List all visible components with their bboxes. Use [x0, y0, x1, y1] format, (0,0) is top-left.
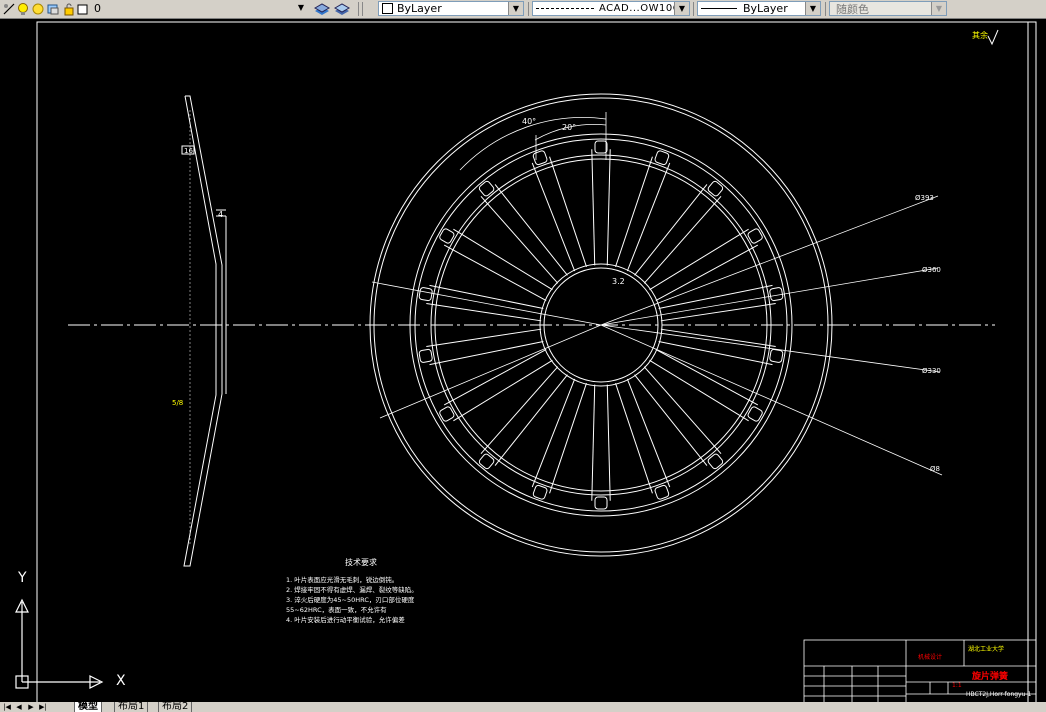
next-tab-icon[interactable]: ▶ [26, 702, 36, 712]
dim-outer-diameter: Ø393 [915, 194, 934, 202]
plotstyle-dropdown-value: 随颜色 [836, 2, 869, 16]
lineweight-dropdown-value: ByLayer [743, 2, 788, 15]
note-line: 2. 焊接牢固不得有虚焊、漏焊、裂纹等缺陷。 [286, 586, 418, 594]
lineweight-dropdown[interactable]: ByLayer ▼ [697, 1, 821, 16]
spoke-hole [418, 348, 433, 363]
spoke-hole [594, 140, 608, 154]
chevron-down-icon: ▼ [931, 2, 946, 15]
ucs-x-label: X [116, 673, 126, 689]
title-scale: 1:1 [952, 682, 962, 689]
spoke-line [626, 162, 671, 272]
note-line: 4. 叶片安装后进行动平衡试验，允许偏差 [286, 616, 405, 624]
layer-color-icon [76, 1, 90, 15]
spoke-line [549, 383, 587, 494]
dim-angle-40: 40° [522, 117, 537, 126]
tab-model[interactable]: 模型 [74, 702, 102, 712]
note-line: 1. 叶片表面应光滑无毛刺，锐边倒钝。 [286, 576, 399, 584]
spoke-line [591, 384, 596, 501]
make-current-layer-icon[interactable] [313, 1, 331, 15]
bulb-on-icon[interactable] [16, 1, 30, 15]
spoke-hole [654, 150, 670, 166]
layer-manager-icon[interactable] [2, 1, 16, 15]
drawing-canvas[interactable]: 40° 20° Ø393 Ø360 Ø330 Ø8 3.2 4 16 5/8 其… [0, 19, 1046, 702]
spoke-hole [769, 287, 784, 302]
spoke-line [615, 383, 653, 494]
spoke-line [660, 328, 776, 347]
chevron-down-icon[interactable]: ▼ [294, 1, 308, 14]
viewport-freeze-icon[interactable] [46, 1, 60, 15]
spoke-line [591, 149, 596, 266]
spoke-line [626, 378, 671, 488]
side-view [181, 95, 227, 567]
linetype-dropdown[interactable]: ACAD...OW10C ▼ [532, 1, 690, 16]
note-line: 55~62HRC，表面一致，不允许有 [286, 606, 387, 614]
dim-side-note: 5/8 [172, 399, 184, 407]
layer-dropdown-value: 0 [94, 2, 101, 15]
color-dropdown[interactable]: ByLayer ▼ [378, 1, 524, 16]
technical-notes: 1. 叶片表面应光滑无毛刺，锐边倒钝。 2. 焊接牢固不得有虚焊、漏焊、裂纹等缺… [286, 575, 486, 625]
chevron-down-icon[interactable]: ▼ [805, 2, 820, 15]
chevron-down-icon[interactable]: ▼ [508, 2, 523, 15]
linetype-dropdown-value: ACAD...OW10C [599, 3, 681, 14]
spoke-line [426, 303, 542, 322]
layout-tabs-bar: |◀ ◀ ▶ ▶| 模型 布局1 布局2 [0, 702, 1046, 712]
tab-layout1[interactable]: 布局1 [114, 702, 149, 712]
properties-toolbar: 0 ▼ ByLayer ▼ ACAD...OW10C ▼ ByLayer ▼ 随… [0, 0, 1046, 19]
spoke-hole [594, 496, 608, 510]
linetype-sample-icon [536, 7, 594, 10]
spoke-hole [654, 484, 670, 500]
roughness-label: 其余 [972, 31, 988, 40]
dimension-leaders [371, 112, 943, 476]
plotstyle-dropdown: 随颜色 ▼ [829, 1, 947, 16]
last-tab-icon[interactable]: ▶| [38, 702, 48, 712]
title-company: 湖北工业大学 [968, 646, 1005, 653]
spoke-line [658, 341, 773, 366]
spoke-line [643, 195, 722, 284]
tab-layout2[interactable]: 布局2 [158, 702, 193, 712]
layer-previous-icon[interactable] [333, 1, 351, 15]
title-org-text: 机械设计 [918, 654, 943, 661]
notes-title: 技术要求 [345, 558, 377, 567]
spoke-line [658, 284, 773, 309]
prev-tab-icon[interactable]: ◀ [14, 702, 24, 712]
dim-side-16: 16 [184, 147, 193, 155]
title-part-name: 旋片弹簧 [972, 672, 1009, 682]
color-swatch-icon [382, 3, 393, 14]
spoke-line [531, 162, 576, 272]
dim-inner-diameter: Ø330 [922, 367, 941, 375]
dim-side-thickness: 4 [218, 210, 224, 219]
spoke-hole [532, 484, 548, 500]
dim-mid-diameter: Ø360 [922, 266, 941, 274]
spoke-hole [418, 287, 433, 302]
title-drawing-no: HBCT2J,Horr-fongyu-1 [966, 691, 1032, 698]
chevron-down-icon[interactable]: ▼ [674, 2, 689, 15]
spoke-line [480, 195, 559, 284]
first-tab-icon[interactable]: |◀ [2, 702, 12, 712]
sun-freeze-icon[interactable] [31, 1, 45, 15]
lineweight-sample-icon [701, 7, 737, 10]
spoke-line [429, 341, 544, 366]
spoke-line [429, 284, 544, 309]
note-line: 3. 淬火后硬度为45~50HRC，刃口部位硬度 [286, 596, 415, 604]
layer-dropdown[interactable]: 0 ▼ [92, 1, 308, 16]
roughness-symbol [987, 29, 999, 46]
spoke-line [615, 156, 653, 267]
spoke-line [549, 156, 587, 267]
lock-icon[interactable] [62, 1, 76, 16]
dim-angle-20: 20° [562, 123, 577, 132]
color-dropdown-value: ByLayer [397, 2, 442, 15]
spoke-line [426, 328, 542, 347]
spoke-line [606, 149, 611, 266]
spoke-line [531, 378, 576, 488]
spoke-line [480, 366, 559, 455]
dim-center-radius: 3.2 [612, 277, 625, 286]
dim-small-diameter: Ø8 [930, 465, 940, 473]
ucs-y-label: Y [18, 570, 27, 586]
ucs-icon [15, 598, 104, 689]
spoke-hole [769, 348, 784, 363]
spoke-hole [532, 150, 548, 166]
spoke-line [606, 384, 611, 501]
spoke-line [643, 366, 722, 455]
